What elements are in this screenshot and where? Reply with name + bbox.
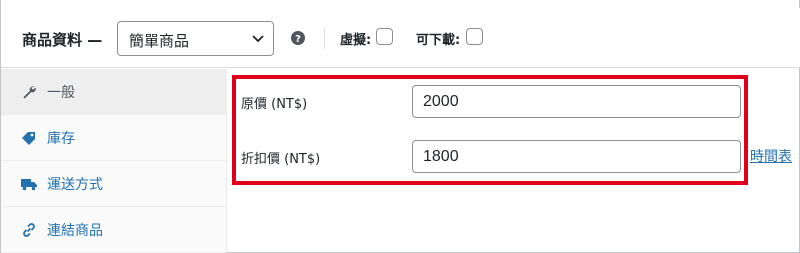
schedule-link[interactable]: 時間表 <box>750 146 792 166</box>
tab-linked-products[interactable]: 連結商品 <box>1 207 227 253</box>
downloadable-checkbox[interactable] <box>466 28 483 45</box>
virtual-label: 虛擬: <box>340 33 372 48</box>
product-data-panel: 商品資料 — 簡單商品 ? 虛擬: 可下載: 一般 庫存 運送方式 連結商品 原… <box>0 0 800 253</box>
tab-general[interactable]: 一般 <box>1 69 227 115</box>
tab-shipping[interactable]: 運送方式 <box>1 161 227 207</box>
tab-inventory[interactable]: 庫存 <box>1 115 227 161</box>
svg-text:?: ? <box>295 34 301 45</box>
product-data-header: 商品資料 — 簡單商品 ? 虛擬: 可下載: <box>1 8 800 68</box>
product-data-tabs: 一般 庫存 運送方式 連結商品 <box>1 69 227 253</box>
downloadable-label: 可下載: <box>416 33 461 48</box>
product-type-select[interactable]: 簡單商品 <box>117 21 274 56</box>
virtual-checkbox[interactable] <box>376 28 393 45</box>
truck-icon <box>21 179 37 191</box>
wrench-icon <box>23 86 36 99</box>
tab-linked-products-label: 連結商品 <box>47 223 103 239</box>
help-icon[interactable]: ? <box>291 31 305 45</box>
tag-icon <box>22 132 35 145</box>
header-divider <box>324 27 325 49</box>
chevron-down-icon <box>252 35 264 43</box>
highlight-box <box>232 75 748 185</box>
product-type-value: 簡單商品 <box>129 32 190 50</box>
tab-shipping-label: 運送方式 <box>47 177 103 193</box>
tab-general-label: 一般 <box>47 85 75 101</box>
product-data-title: 商品資料 — <box>22 31 103 49</box>
link-icon <box>23 223 35 237</box>
tab-inventory-label: 庫存 <box>47 131 75 147</box>
